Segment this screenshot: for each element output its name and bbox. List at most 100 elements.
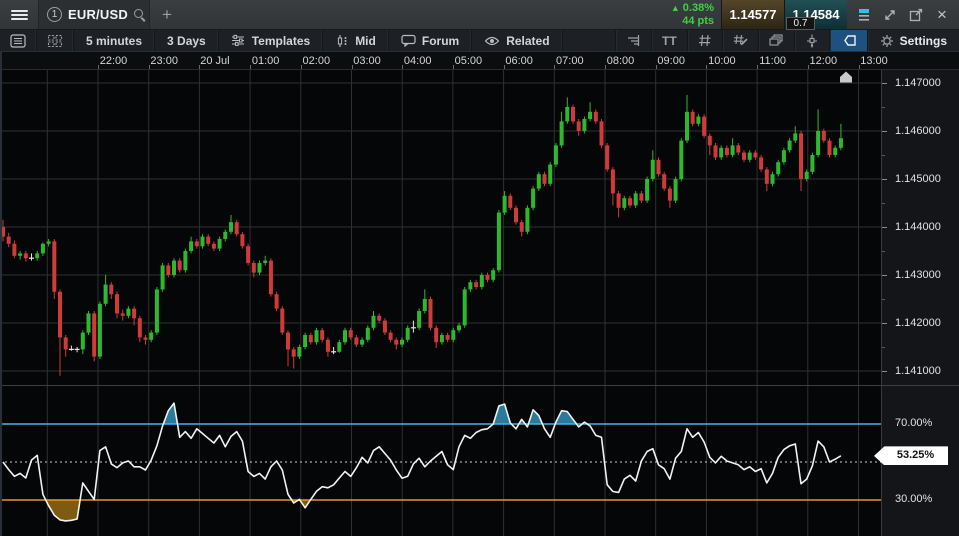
grid-icon: [47, 34, 63, 48]
time-axis-label: 01:00: [252, 55, 280, 67]
price-callout-icon: [840, 34, 857, 47]
popout-icon: [909, 8, 923, 22]
time-axis-label: 06:00: [505, 55, 533, 67]
price-chart-area[interactable]: [0, 70, 881, 386]
price-change-block: ▲0.38% 44 pts: [671, 0, 721, 29]
time-axis-label: 23:00: [150, 55, 178, 67]
price-mode-label: Mid: [355, 34, 376, 48]
window-edge: [0, 52, 2, 536]
price-label-tool-button[interactable]: [829, 30, 867, 51]
chart-toolbar: 5 minutes 3 Days Templates Mid: [0, 30, 959, 52]
price-axis-label: 1.142000: [895, 317, 941, 329]
time-axis-label: 04:00: [404, 55, 432, 67]
price-axis-tick: [882, 131, 887, 132]
price-axis-minor-tick: [882, 203, 885, 204]
alert-pin-icon: [805, 34, 819, 48]
time-axis-label: 13:00: [860, 55, 888, 67]
price-axis-label: 1.147000: [895, 77, 941, 89]
settings-button[interactable]: Settings: [867, 30, 959, 51]
rsi-axis[interactable]: 70.00%50.00%30.00%53.25%: [881, 386, 959, 536]
time-axis-label: 12:00: [810, 55, 838, 67]
time-axis-label: 03:00: [353, 55, 381, 67]
related-button[interactable]: Related: [472, 30, 562, 51]
forum-label: Forum: [422, 34, 459, 48]
price-axis-tick: [882, 323, 887, 324]
price-mode-button[interactable]: Mid: [323, 30, 389, 51]
price-alert-button[interactable]: [794, 30, 829, 51]
time-axis[interactable]: 22:00 23:00 20 Jul 01:00 02:00 03:00 04:00 05:0…: [0, 52, 959, 70]
instrument-name: EUR/USD: [68, 7, 128, 22]
price-axis-label: 1.146000: [895, 125, 941, 137]
time-axis-label: 11:00: [759, 55, 786, 67]
candlestick-chart[interactable]: [0, 70, 881, 386]
rsi-current-value-callout: 53.25%: [874, 446, 948, 465]
current-time-marker: [840, 72, 852, 83]
instrument-tab[interactable]: 1 EUR/USD: [38, 0, 150, 29]
eye-icon: [484, 35, 500, 47]
layers-button[interactable]: [758, 30, 794, 51]
expand-icon: [883, 8, 897, 22]
close-button[interactable]: ×: [931, 4, 953, 26]
toolbar-right-group: TT: [615, 30, 959, 51]
price-axis-tick: [882, 83, 887, 84]
new-tab-button[interactable]: +: [150, 0, 184, 29]
price-axis-tick: [882, 179, 887, 180]
time-axis-label: 22:00: [100, 55, 128, 67]
candlestick-icon: [335, 34, 349, 48]
time-axis-label: 02:00: [303, 55, 331, 67]
gear-icon: [880, 34, 894, 48]
depth-ladder-button[interactable]: [853, 4, 875, 26]
change-points: 44 pts: [682, 15, 714, 28]
draw-tool-button[interactable]: [722, 30, 758, 51]
order-flow-button[interactable]: [615, 30, 651, 51]
main-menu-button[interactable]: [0, 0, 38, 29]
timeframe-button[interactable]: 5 minutes: [74, 30, 155, 51]
time-axis-label: 09:00: [657, 55, 685, 67]
chart-list-button[interactable]: [0, 30, 37, 51]
period-button[interactable]: 3 Days: [155, 30, 219, 51]
time-axis-label: 08:00: [607, 55, 635, 67]
forum-button[interactable]: Forum: [389, 30, 472, 51]
change-percent: 0.38%: [683, 2, 714, 14]
list-icon: [10, 34, 26, 48]
price-axis[interactable]: 1.1470001.1460001.1450001.1440001.143000…: [881, 70, 959, 386]
maximize-button[interactable]: [879, 4, 901, 26]
price-axis-label: 1.143000: [895, 269, 941, 281]
hash-pencil-icon: [733, 34, 748, 47]
time-axis-label: 05:00: [455, 55, 483, 67]
popout-button[interactable]: [905, 4, 927, 26]
spread-value: 0.7: [786, 17, 815, 30]
settings-label: Settings: [900, 34, 947, 48]
price-axis-tick: [882, 227, 887, 228]
time-axis-label: 20 Jul: [200, 55, 229, 67]
price-axis-minor-tick: [882, 347, 885, 348]
templates-label: Templates: [252, 34, 310, 48]
trading-platform-window: 1 EUR/USD + ▲0.38% 44 pts 1.14577 1.1458…: [0, 0, 959, 536]
hamburger-icon: [11, 8, 28, 22]
rsi-chart-area[interactable]: [0, 386, 881, 536]
layout-grid-button[interactable]: [37, 30, 74, 51]
time-axis-label: 10:00: [708, 55, 736, 67]
text-tool-icon: TT: [662, 34, 677, 48]
close-icon: ×: [937, 8, 947, 22]
search-icon[interactable]: [134, 9, 146, 21]
panel-separator[interactable]: [0, 385, 959, 386]
sell-price-button[interactable]: 1.14577: [721, 0, 784, 29]
related-label: Related: [506, 34, 549, 48]
price-axis-tick: [882, 371, 887, 372]
up-triangle-icon: ▲: [671, 3, 680, 13]
align-lines-icon: [626, 34, 641, 47]
tab-number-badge: 1: [47, 7, 62, 22]
speech-bubble-icon: [401, 34, 416, 47]
time-axis-tick: [757, 65, 758, 69]
price-axis-label: 1.145000: [895, 173, 941, 185]
rsi-chart[interactable]: [0, 386, 881, 536]
price-axis-minor-tick: [882, 107, 885, 108]
rsi-axis-label: 70.00%: [895, 417, 932, 429]
price-axis-label: 1.141000: [895, 365, 941, 377]
grid-toggle-button[interactable]: [687, 30, 722, 51]
layers-icon: [769, 34, 784, 47]
templates-button[interactable]: Templates: [219, 30, 323, 51]
rsi-line: [3, 403, 841, 521]
text-tool-button[interactable]: TT: [651, 30, 687, 51]
